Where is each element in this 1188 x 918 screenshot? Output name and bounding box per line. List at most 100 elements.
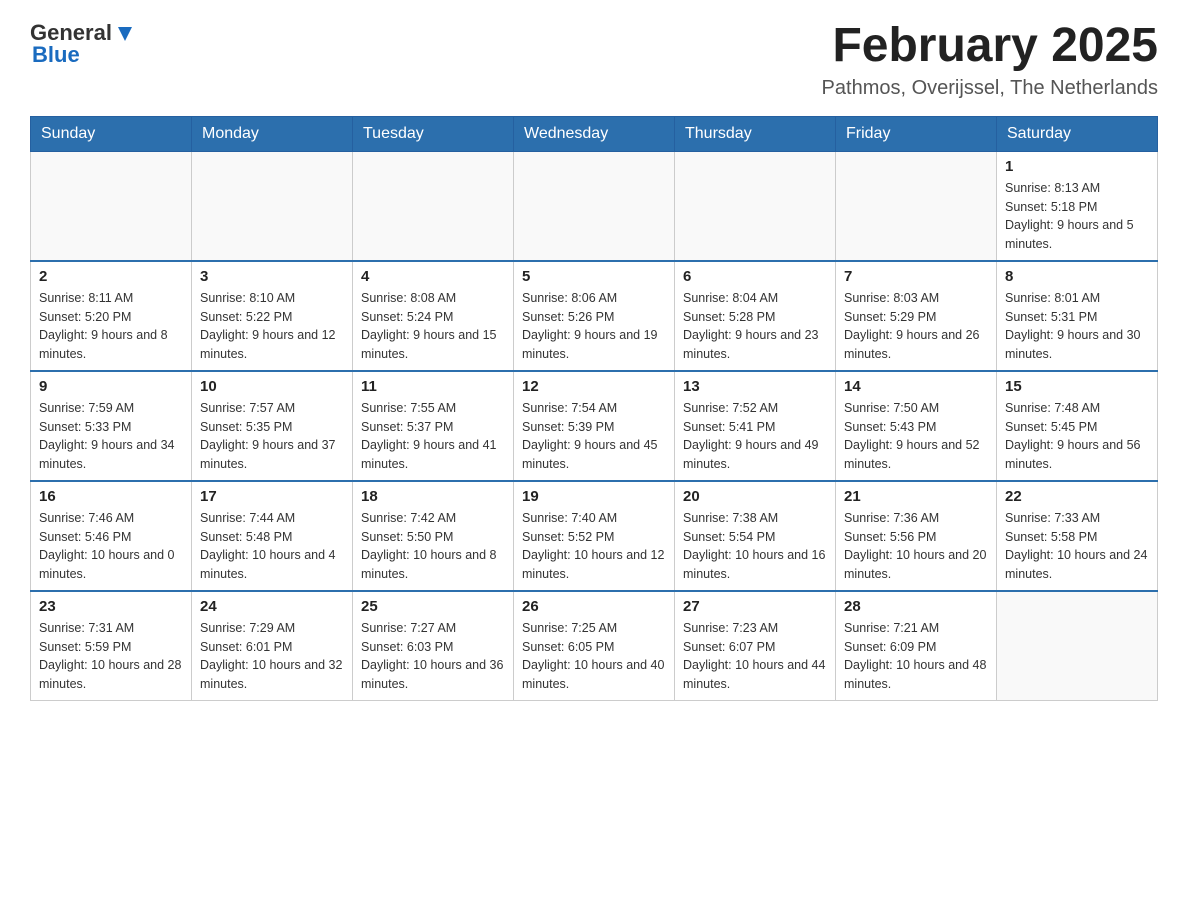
day-number: 24 (200, 598, 344, 615)
day-info: Sunrise: 7:36 AMSunset: 5:56 PMDaylight:… (844, 509, 988, 584)
day-number: 16 (39, 488, 183, 505)
table-row: 17 Sunrise: 7:44 AMSunset: 5:48 PMDayligh… (192, 481, 353, 591)
logo: General Blue (30, 20, 136, 68)
day-info: Sunrise: 7:46 AMSunset: 5:46 PMDaylight:… (39, 509, 183, 584)
day-info: Sunrise: 7:50 AMSunset: 5:43 PMDaylight:… (844, 399, 988, 474)
day-number: 3 (200, 268, 344, 285)
day-number: 22 (1005, 488, 1149, 505)
day-number: 12 (522, 378, 666, 395)
table-row: 16 Sunrise: 7:46 AMSunset: 5:46 PMDayligh… (31, 481, 192, 591)
table-row: 18Sunrise: 7:42 AMSunset: 5:50 PMDayligh… (353, 481, 514, 591)
table-row: 27Sunrise: 7:23 AMSunset: 6:07 PMDayligh… (675, 591, 836, 701)
table-row: 6 Sunrise: 8:04 AMSunset: 5:28 PMDaylight… (675, 261, 836, 371)
table-row (31, 151, 192, 261)
table-row: 13Sunrise: 7:52 AMSunset: 5:41 PMDayligh… (675, 371, 836, 481)
day-number: 27 (683, 598, 827, 615)
day-number: 23 (39, 598, 183, 615)
table-row: 10 Sunrise: 7:57 AMSunset: 5:35 PMDayligh… (192, 371, 353, 481)
header-tuesday: Tuesday (353, 116, 514, 151)
header-thursday: Thursday (675, 116, 836, 151)
day-number: 19 (522, 488, 666, 505)
day-info: Sunrise: 7:54 AMSunset: 5:39 PMDaylight:… (522, 399, 666, 474)
table-row (514, 151, 675, 261)
table-row: 24 Sunrise: 7:29 AMSunset: 6:01 PMDayligh… (192, 591, 353, 701)
logo-text-blue: Blue (32, 42, 80, 68)
calendar-title: February 2025 (822, 20, 1158, 73)
calendar-header-row: Sunday Monday Tuesday Wednesday Thursday… (31, 116, 1158, 151)
table-row: 25Sunrise: 7:27 AMSunset: 6:03 PMDayligh… (353, 591, 514, 701)
day-number: 17 (200, 488, 344, 505)
logo-triangle-icon (114, 23, 136, 45)
table-row (675, 151, 836, 261)
day-number: 15 (1005, 378, 1149, 395)
table-row (353, 151, 514, 261)
day-info: Sunrise: 7:59 AMSunset: 5:33 PMDaylight:… (39, 399, 183, 474)
day-number: 14 (844, 378, 988, 395)
day-number: 9 (39, 378, 183, 395)
table-row: 2Sunrise: 8:11 AMSunset: 5:20 PMDaylight… (31, 261, 192, 371)
page-header: General Blue February 2025 Pathmos, Over… (30, 20, 1158, 100)
day-info: Sunrise: 8:08 AMSunset: 5:24 PMDaylight:… (361, 289, 505, 364)
table-row: 3Sunrise: 8:10 AMSunset: 5:22 PMDaylight… (192, 261, 353, 371)
table-row: 23 Sunrise: 7:31 AMSunset: 5:59 PMDayligh… (31, 591, 192, 701)
day-number: 6 (683, 268, 827, 285)
day-number: 5 (522, 268, 666, 285)
table-row: 15Sunrise: 7:48 AMSunset: 5:45 PMDayligh… (997, 371, 1158, 481)
calendar-week-row: 23 Sunrise: 7:31 AMSunset: 5:59 PMDayligh… (31, 591, 1158, 701)
day-info: Sunrise: 7:44 AMSunset: 5:48 PMDaylight:… (200, 509, 344, 584)
calendar-week-row: 2Sunrise: 8:11 AMSunset: 5:20 PMDaylight… (31, 261, 1158, 371)
table-row: 28 Sunrise: 7:21 AMSunset: 6:09 PMDayligh… (836, 591, 997, 701)
header-sunday: Sunday (31, 116, 192, 151)
table-row: 4 Sunrise: 8:08 AMSunset: 5:24 PMDaylight… (353, 261, 514, 371)
day-number: 2 (39, 268, 183, 285)
day-number: 10 (200, 378, 344, 395)
header-saturday: Saturday (997, 116, 1158, 151)
day-info: Sunrise: 7:33 AMSunset: 5:58 PMDaylight:… (1005, 509, 1149, 584)
title-section: February 2025 Pathmos, Overijssel, The N… (822, 20, 1158, 100)
day-info: Sunrise: 8:01 AMSunset: 5:31 PMDaylight:… (1005, 289, 1149, 364)
day-info: Sunrise: 7:31 AMSunset: 5:59 PMDaylight:… (39, 619, 183, 694)
day-info: Sunrise: 8:03 AMSunset: 5:29 PMDaylight:… (844, 289, 988, 364)
day-number: 18 (361, 488, 505, 505)
day-number: 21 (844, 488, 988, 505)
table-row: 22 Sunrise: 7:33 AMSunset: 5:58 PMDayligh… (997, 481, 1158, 591)
table-row: 5 Sunrise: 8:06 AMSunset: 5:26 PMDaylight… (514, 261, 675, 371)
day-info: Sunrise: 7:29 AMSunset: 6:01 PMDaylight:… (200, 619, 344, 694)
day-info: Sunrise: 8:13 AMSunset: 5:18 PMDaylight:… (1005, 179, 1149, 254)
calendar-week-row: 16 Sunrise: 7:46 AMSunset: 5:46 PMDayligh… (31, 481, 1158, 591)
day-number: 7 (844, 268, 988, 285)
table-row: 19 Sunrise: 7:40 AMSunset: 5:52 PMDayligh… (514, 481, 675, 591)
calendar-week-row: 1 Sunrise: 8:13 AMSunset: 5:18 PMDaylight… (31, 151, 1158, 261)
table-row (836, 151, 997, 261)
table-row: 7 Sunrise: 8:03 AMSunset: 5:29 PMDaylight… (836, 261, 997, 371)
table-row (192, 151, 353, 261)
calendar-table: Sunday Monday Tuesday Wednesday Thursday… (30, 116, 1158, 701)
table-row: 1 Sunrise: 8:13 AMSunset: 5:18 PMDaylight… (997, 151, 1158, 261)
day-info: Sunrise: 8:06 AMSunset: 5:26 PMDaylight:… (522, 289, 666, 364)
table-row: 14 Sunrise: 7:50 AMSunset: 5:43 PMDayligh… (836, 371, 997, 481)
day-number: 26 (522, 598, 666, 615)
day-number: 28 (844, 598, 988, 615)
day-info: Sunrise: 7:38 AMSunset: 5:54 PMDaylight:… (683, 509, 827, 584)
day-info: Sunrise: 7:55 AMSunset: 5:37 PMDaylight:… (361, 399, 505, 474)
day-info: Sunrise: 7:27 AMSunset: 6:03 PMDaylight:… (361, 619, 505, 694)
header-wednesday: Wednesday (514, 116, 675, 151)
day-number: 1 (1005, 158, 1149, 175)
table-row (997, 591, 1158, 701)
day-number: 13 (683, 378, 827, 395)
header-monday: Monday (192, 116, 353, 151)
day-number: 4 (361, 268, 505, 285)
table-row: 11Sunrise: 7:55 AMSunset: 5:37 PMDayligh… (353, 371, 514, 481)
day-info: Sunrise: 7:57 AMSunset: 5:35 PMDaylight:… (200, 399, 344, 474)
day-info: Sunrise: 7:21 AMSunset: 6:09 PMDaylight:… (844, 619, 988, 694)
table-row: 8 Sunrise: 8:01 AMSunset: 5:31 PMDaylight… (997, 261, 1158, 371)
day-number: 8 (1005, 268, 1149, 285)
day-info: Sunrise: 7:40 AMSunset: 5:52 PMDaylight:… (522, 509, 666, 584)
calendar-week-row: 9 Sunrise: 7:59 AMSunset: 5:33 PMDaylight… (31, 371, 1158, 481)
day-info: Sunrise: 8:04 AMSunset: 5:28 PMDaylight:… (683, 289, 827, 364)
table-row: 21 Sunrise: 7:36 AMSunset: 5:56 PMDayligh… (836, 481, 997, 591)
header-friday: Friday (836, 116, 997, 151)
table-row: 12 Sunrise: 7:54 AMSunset: 5:39 PMDayligh… (514, 371, 675, 481)
table-row: 26Sunrise: 7:25 AMSunset: 6:05 PMDayligh… (514, 591, 675, 701)
table-row: 9 Sunrise: 7:59 AMSunset: 5:33 PMDaylight… (31, 371, 192, 481)
